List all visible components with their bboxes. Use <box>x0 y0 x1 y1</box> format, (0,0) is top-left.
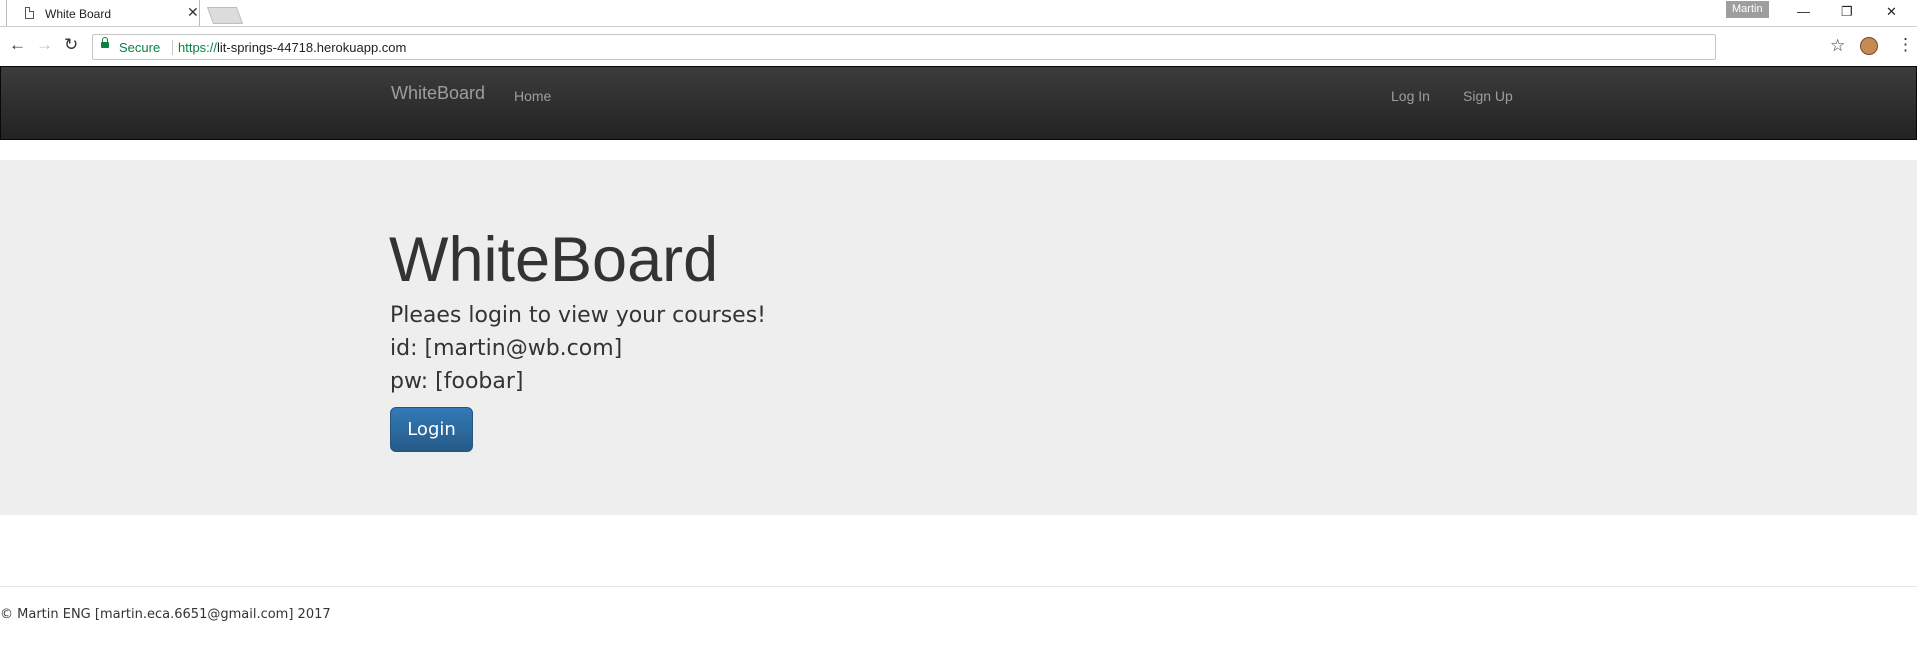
navbar-brand[interactable]: WhiteBoard <box>391 83 485 104</box>
forward-icon[interactable]: → <box>36 36 53 54</box>
demo-id: id: [martin@wb.com] <box>390 336 623 361</box>
url-text[interactable]: https://lit-springs-44718.herokuapp.com <box>178 40 406 55</box>
address-separator <box>172 40 173 55</box>
bookmark-star-icon[interactable]: ☆ <box>1830 36 1845 56</box>
extension-icon[interactable] <box>1860 37 1878 55</box>
browser-tab[interactable]: White Board ✕ <box>6 0 200 26</box>
restore-icon[interactable]: ❐ <box>1841 4 1853 20</box>
login-message: Pleaes login to view your courses! <box>390 303 766 328</box>
footer-divider <box>0 586 1917 587</box>
login-button[interactable]: Login <box>390 407 473 452</box>
reload-icon[interactable]: ↻ <box>64 36 78 54</box>
url-host: lit-springs-44718.herokuapp.com <box>217 40 407 55</box>
back-icon[interactable]: ← <box>9 36 26 54</box>
tab-title: White Board <box>45 7 112 21</box>
jumbotron: WhiteBoard Pleaes login to view your cou… <box>0 160 1917 515</box>
browser-menu-icon[interactable]: ⋮ <box>1897 36 1914 54</box>
page-icon <box>25 7 34 19</box>
browser-tab-strip: White Board ✕ Martin — ❐ ✕ <box>0 0 1917 27</box>
security-label[interactable]: Secure <box>119 40 160 55</box>
new-tab-button[interactable] <box>206 7 244 24</box>
nav-link-signup[interactable]: Sign Up <box>1463 88 1513 104</box>
page-title: WhiteBoard <box>389 225 719 295</box>
address-bar[interactable]: Secure https://lit-springs-44718.herokua… <box>92 34 1716 60</box>
profile-badge[interactable]: Martin <box>1726 1 1769 18</box>
site-navbar: WhiteBoard Home Log In Sign Up <box>0 66 1917 140</box>
lock-icon <box>101 37 109 48</box>
close-window-icon[interactable]: ✕ <box>1886 4 1897 20</box>
nav-link-login[interactable]: Log In <box>1391 88 1430 104</box>
footer-copyright: © Martin ENG [martin.eca.6651@gmail.com]… <box>0 607 331 622</box>
minimize-icon[interactable]: — <box>1797 4 1810 20</box>
nav-link-home[interactable]: Home <box>514 88 551 104</box>
demo-password: pw: [foobar] <box>390 369 524 394</box>
url-scheme: https:// <box>178 40 218 55</box>
tab-close-icon[interactable]: ✕ <box>187 4 199 20</box>
